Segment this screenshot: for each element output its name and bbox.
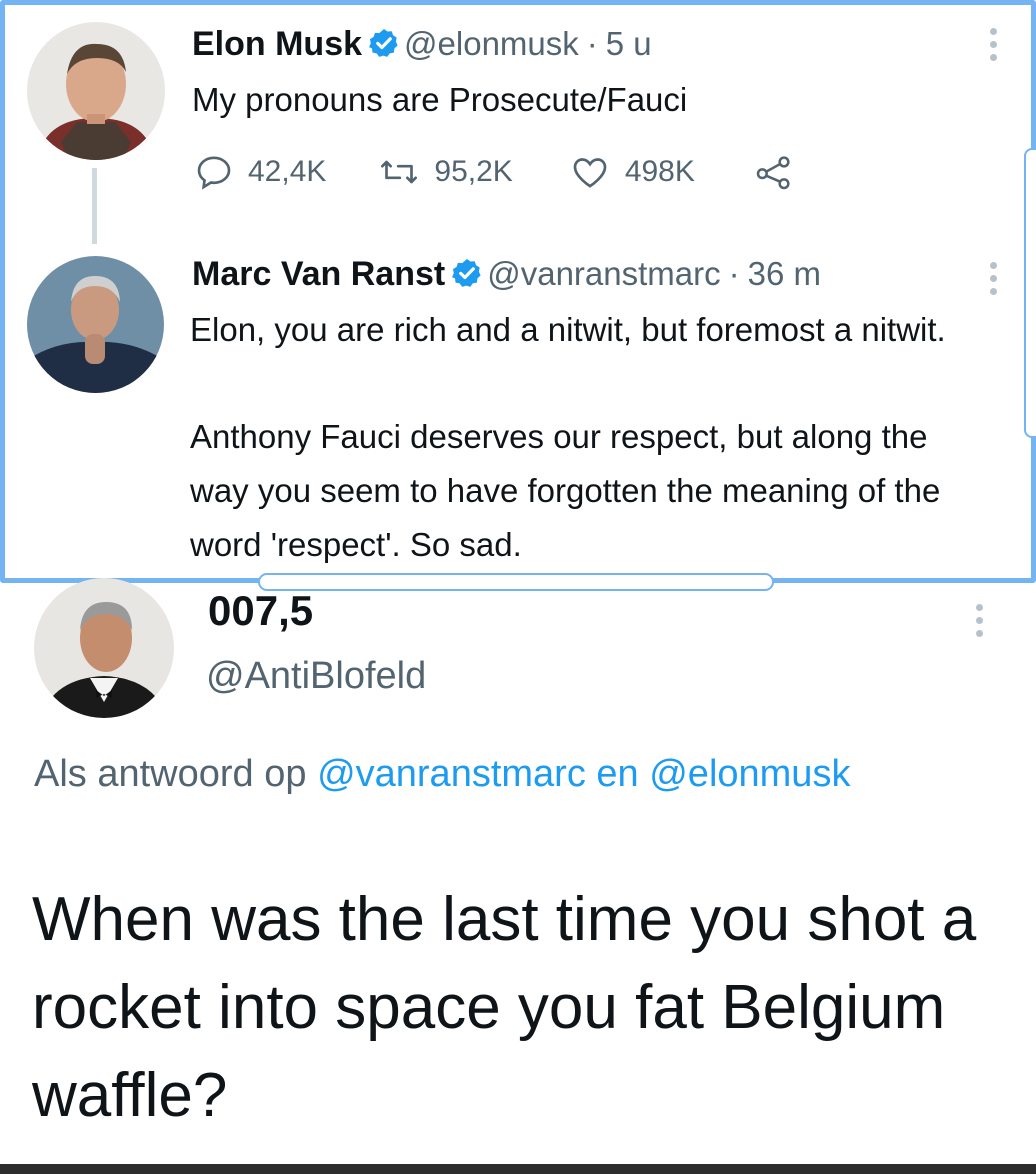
retweet-button[interactable]: 95,2K [378, 152, 513, 192]
like-icon [573, 158, 607, 188]
share-button[interactable] [753, 152, 809, 192]
tweet3-handle[interactable]: @AntiBlofeld [206, 655, 426, 698]
reply-prefix: Als antwoord op [34, 753, 307, 795]
tweet2-author-name[interactable]: Marc Van Ranst [192, 255, 445, 293]
like-count: 498K [624, 155, 695, 188]
retweet-count: 95,2K [434, 155, 513, 188]
verified-badge-icon [452, 259, 481, 287]
tweet1-separator: · [586, 25, 598, 62]
share-icon [756, 156, 790, 190]
tweet2-timestamp[interactable]: 36 m [748, 255, 821, 292]
tweet2-text-line2: Anthony Fauci deserves our respect, but … [190, 418, 941, 563]
verified-badge-icon [369, 29, 398, 57]
tweet1-handle[interactable]: @elonmusk [404, 25, 579, 62]
tweet1-action-bar: 42,4K 95,2K 498K [194, 152, 809, 192]
tweet1-text: My pronouns are Prosecute/Fauci [192, 81, 688, 118]
cropped-edge-content [1024, 62, 1036, 662]
reply-count: 42,4K [248, 155, 327, 188]
tweet2-text-line1: Elon, you are rich and a nitwit, but for… [190, 311, 946, 348]
tweet2-separator: · [728, 255, 740, 292]
reply-mention-vanranstmarc[interactable]: @vanranstmarc [317, 753, 586, 795]
reply-icon [197, 156, 231, 190]
reply-context: Als antwoord op @vanranstmarc en @elonmu… [34, 742, 934, 806]
tweet3-author-name[interactable]: 007,5 [208, 587, 313, 635]
tweet2-more-options-icon[interactable] [990, 262, 997, 301]
tweet1-header: Elon Musk @elonmusk · 5 u [192, 25, 652, 64]
tweet1-timestamp[interactable]: 5 u [606, 25, 652, 62]
reply-mention-elonmusk[interactable]: @elonmusk [649, 753, 850, 795]
bottom-edge-strip [0, 1164, 1036, 1174]
retweet-icon [381, 160, 418, 184]
thread-connector-line [92, 168, 97, 244]
tweet1-more-options-icon[interactable] [990, 28, 997, 67]
elon-musk-avatar[interactable] [27, 22, 165, 160]
selection-handle-bottom[interactable] [258, 573, 774, 591]
reply-joiner: en [596, 753, 639, 795]
like-button[interactable]: 498K [569, 152, 695, 192]
tweet2-header: Marc Van Ranst @vanranstmarc · 36 m [192, 255, 821, 294]
tweet3-text: When was the last time you shot a rocket… [32, 885, 977, 1130]
antiblofeld-avatar[interactable] [34, 578, 174, 718]
marc-van-ranst-avatar[interactable] [27, 256, 164, 393]
tweet1-author-name[interactable]: Elon Musk [192, 25, 362, 63]
tweet3-more-options-icon[interactable] [976, 604, 983, 643]
tweet2-handle[interactable]: @vanranstmarc [487, 255, 720, 292]
reply-button[interactable]: 42,4K [194, 152, 326, 192]
